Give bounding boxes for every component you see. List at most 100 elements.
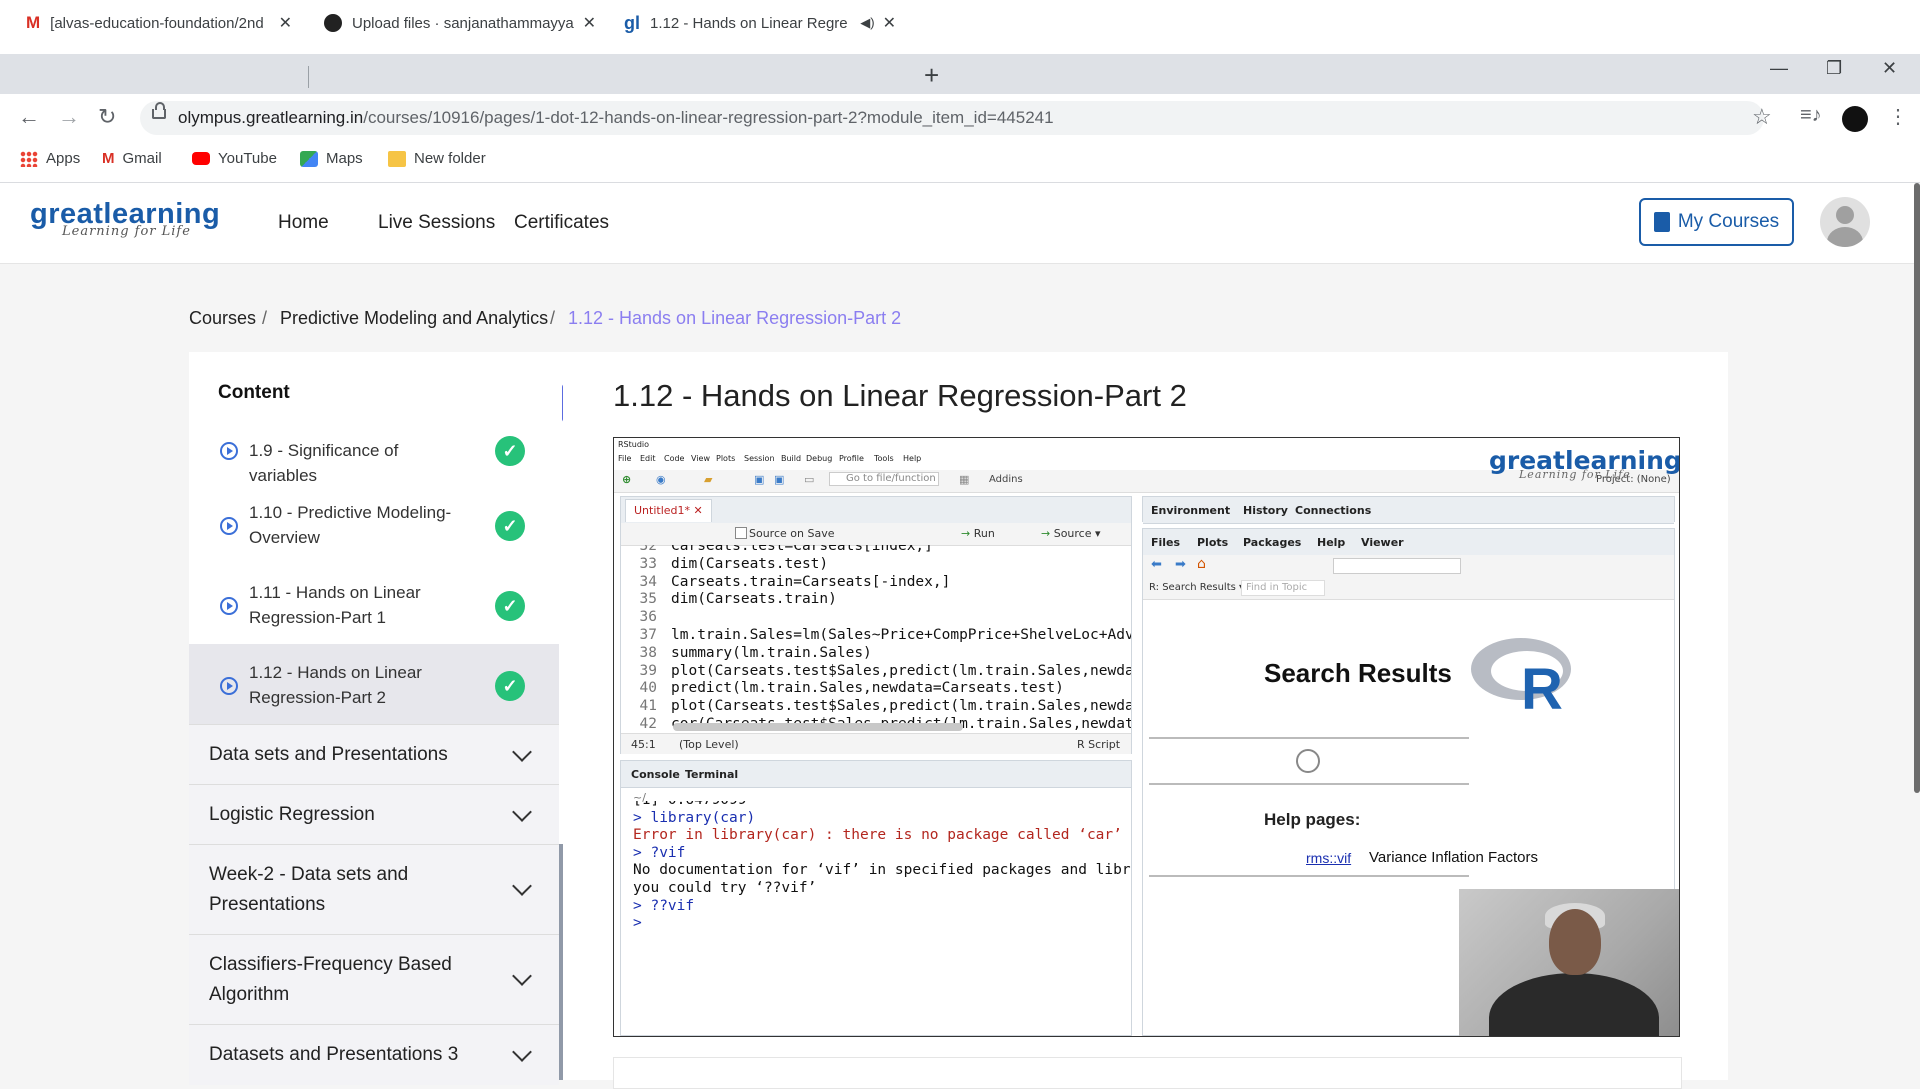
sidebar-section[interactable]: Week-2 - Data sets and Presentations [189,844,559,935]
menu-item: Tools [874,454,894,463]
folder-icon [388,150,406,167]
sidebar-item[interactable]: 1.10 - Predictive Modeling-Overview ✓ [189,484,559,564]
close-icon[interactable]: ✕ [583,13,596,33]
breadcrumb-course[interactable]: Predictive Modeling and Analytics [280,308,548,329]
save-all-icon: ▣ [774,473,785,486]
tab-environment: Environment [1151,504,1231,517]
console-line: > ??vif [633,897,695,914]
page-scrollbar-thumb[interactable] [1914,183,1920,793]
rating-strip [613,1057,1682,1089]
gmail-icon: M [102,150,115,167]
profile-avatar[interactable] [1842,106,1868,132]
environment-tabbar: Environment History Connections [1143,497,1674,524]
menu-item: File [618,454,632,463]
tab-plots: Plots [1197,536,1229,549]
close-window-button[interactable]: ✕ [1882,58,1897,79]
code-editor: 32 Carseats.test=Carseats[index,] 33 dim(Ca… [621,545,1131,731]
section-label: Data sets and Presentations [209,744,448,765]
my-courses-button[interactable]: My Courses [1639,198,1794,246]
bookmark-apps[interactable]: Apps [20,150,80,167]
section-label: Logistic Regression [209,804,375,825]
bookmark-gmail[interactable]: M Gmail [102,150,162,167]
breadcrumb-separator: / [550,308,556,328]
user-avatar[interactable] [1820,197,1870,247]
new-file-icon: ⊕ [622,473,632,486]
help-pages-label: Help pages: [1264,810,1361,829]
console-line: No documentation for ‘vif’ in specified … [633,862,1131,879]
chevron-down-icon [512,876,532,896]
sidebar-item-selected[interactable]: 1.12 - Hands on Linear Regression-Part 2… [189,644,559,724]
nav-live-sessions[interactable]: Live Sessions [378,212,495,234]
rstudio-environment-pane: Environment History Connections [1142,496,1675,524]
sidebar-section[interactable]: Logistic Regression [189,784,559,845]
rstudio-window-title: RStudio [618,440,650,449]
menu-icon[interactable]: ⋮ [1888,104,1908,129]
help-toolbar: ⬅ ➡ ⌂ [1143,555,1674,578]
sidebar-item[interactable]: 1.11 - Hands on Linear Regression-Part 1… [189,564,559,644]
go-to-file-input: Go to file/function [829,472,939,486]
line-number: 42 [639,716,657,731]
close-icon[interactable]: ✕ [279,13,292,33]
browser-tab-active[interactable]: gl 1.12 - Hands on Linear Regre ◀) ✕ [612,6,908,40]
tab-files: Files [1151,536,1181,549]
reload-icon[interactable]: ↻ [98,104,116,130]
gmail-icon: M [26,13,41,32]
nav-certificates[interactable]: Certificates [514,212,609,234]
minimize-button[interactable]: — [1770,58,1788,79]
forward-icon: ➡ [1175,557,1186,572]
bookmark-youtube[interactable]: YouTube [192,150,277,167]
lock-icon[interactable] [152,102,166,119]
tab-help: Help [1317,536,1346,549]
sidebar-item[interactable]: 1.9 - Significance of variables ✓ [189,420,559,485]
code-line: lm.train.Sales=lm(Sales~Price+CompPrice+… [671,627,1131,643]
restore-button[interactable]: ❐ [1826,58,1842,79]
bookmark-label: New folder [414,150,486,167]
browser-tab-github[interactable]: Upload files · sanjanathammayya ✕ [312,6,608,40]
browser-tab-gmail[interactable]: M [alvas-education-foundation/2nd ✕ [14,6,304,40]
chevron-down-icon [512,966,532,986]
close-icon[interactable]: ✕ [883,13,896,33]
code-line: plot(Carseats.test$Sales,predict(lm.trai… [671,698,1131,715]
divider [1149,737,1469,739]
file-type: R Script [1077,738,1121,751]
bookmark-label: Maps [326,150,363,167]
menu-item: Edit [640,454,656,463]
help-topic-select: R: Search Results ▾ [1149,582,1245,593]
bookmark-new-folder[interactable]: New folder [388,150,486,167]
forward-icon[interactable]: → [58,104,80,130]
check-icon: ✓ [495,436,525,466]
check-icon: ✓ [495,591,525,621]
code-line: predict(lm.train.Sales,newdata=Carseats.… [671,680,1064,697]
sidebar-section[interactable]: Classifiers-Frequency Based Algorithm [189,934,559,1025]
nav-home[interactable]: Home [278,212,329,234]
new-tab-button[interactable]: + [924,60,939,91]
breadcrumb-courses[interactable]: Courses [189,308,256,329]
sidebar-section[interactable]: Datasets and Presentations 3 [189,1024,559,1085]
presenter-face [1549,909,1601,975]
console-line: > library(car) [633,809,756,826]
apps-grid-icon [20,150,38,167]
sidebar-section[interactable]: Data sets and Presentations [189,724,559,785]
speaker-icon[interactable]: ◀) [860,15,874,31]
save-icon: ▣ [754,473,765,486]
menu-item: Debug [806,454,833,463]
help-search-input [1333,558,1461,574]
url-text[interactable]: olympus.greatlearning.in/courses/10916/p… [178,108,1054,128]
back-icon[interactable]: ← [18,104,40,130]
chevron-down-icon [512,742,532,762]
bookmark-maps[interactable]: Maps [300,150,363,167]
sidebar-item-label: 1.10 - Predictive Modeling-Overview [249,503,452,547]
line-number: 38 [639,644,657,661]
bookmarks-bar [0,142,1920,183]
check-icon: ✓ [495,511,525,541]
presenter-body [1489,973,1659,1036]
run-button: → Run [961,527,995,540]
tab-connections: Connections [1295,504,1372,517]
find-in-topic-input: Find in Topic [1241,580,1325,596]
video-player[interactable]: RStudio File Edit Code View Plots Sessio… [613,437,1680,1037]
line-number: 35 [639,591,657,608]
media-control-icon[interactable]: ≡♪ [1800,104,1822,127]
tab-title: 1.12 - Hands on Linear Regre [650,14,848,32]
play-circle-icon [220,517,238,535]
bookmark-star-icon[interactable]: ☆ [1752,104,1772,130]
